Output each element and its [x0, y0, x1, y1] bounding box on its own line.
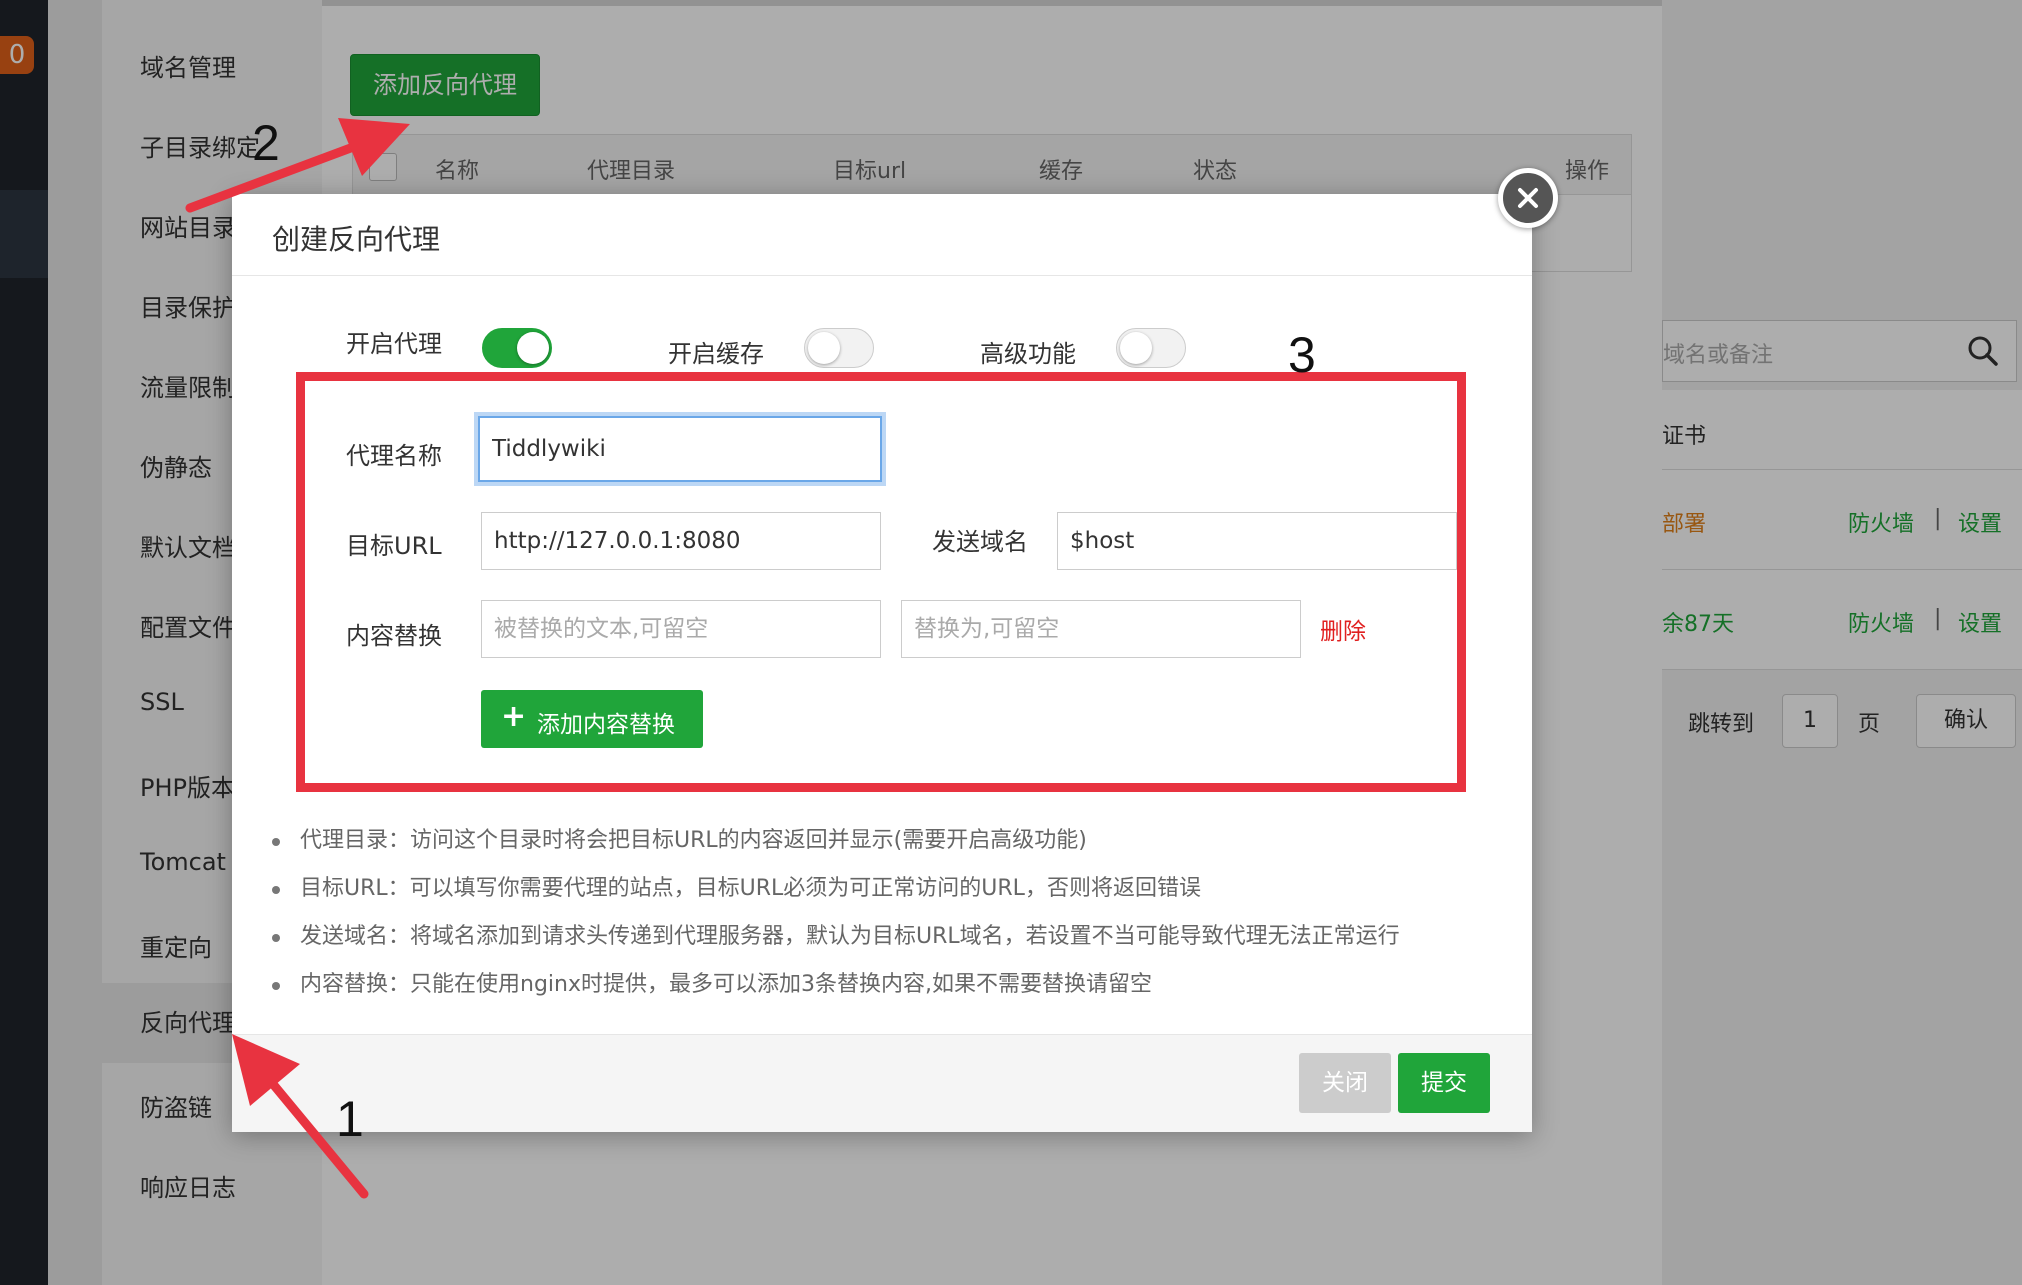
toggle-knob — [1120, 332, 1152, 364]
help-item-target-url: 目标URL：可以填写你需要代理的站点，目标URL必须为可正常访问的URL，否则将… — [272, 874, 1512, 922]
enable-proxy-label: 开启代理 — [346, 330, 442, 358]
help-item-proxy-dir: 代理目录：访问这个目录时将会把目标URL的内容返回并显示(需要开启高级功能) — [272, 826, 1512, 874]
dialog-header: 创建反向代理 — [232, 194, 1532, 276]
add-content-replace-button[interactable]: + 添加内容替换 — [481, 690, 703, 748]
proxy-name-input[interactable] — [478, 416, 882, 482]
replace-from-input[interactable] — [481, 600, 881, 658]
enable-cache-toggle[interactable] — [804, 328, 874, 368]
step-2-number: 2 — [252, 115, 280, 171]
close-button[interactable]: 关闭 — [1299, 1053, 1391, 1113]
step-1-number: 1 — [336, 1091, 364, 1147]
replace-to-input[interactable] — [901, 600, 1301, 658]
help-item-send-domain: 发送域名：将域名添加到请求头传递到代理服务器，默认为目标URL域名，若设置不当可… — [272, 922, 1512, 970]
enable-proxy-toggle[interactable] — [482, 328, 552, 368]
close-icon[interactable] — [1498, 168, 1558, 228]
help-notes: 代理目录：访问这个目录时将会把目标URL的内容返回并显示(需要开启高级功能) 目… — [272, 826, 1512, 1018]
content-replace-label: 内容替换 — [346, 622, 442, 650]
target-url-input[interactable] — [481, 512, 881, 570]
advanced-label: 高级功能 — [980, 340, 1076, 368]
submit-button[interactable]: 提交 — [1398, 1053, 1490, 1113]
send-domain-input[interactable] — [1057, 512, 1457, 570]
toggle-knob — [517, 332, 549, 364]
proxy-name-label: 代理名称 — [346, 442, 442, 470]
advanced-toggle[interactable] — [1116, 328, 1186, 368]
delete-replace-link[interactable]: 删除 — [1320, 612, 1366, 646]
send-domain-label: 发送域名 — [932, 528, 1028, 556]
help-item-content-replace: 内容替换：只能在使用nginx时提供，最多可以添加3条替换内容,如果不需要替换请… — [272, 970, 1512, 1018]
target-url-label: 目标URL — [346, 532, 442, 560]
create-proxy-dialog: 创建反向代理 开启代理 开启缓存 高级功能 代理名称 目标URL 发送域名 内容… — [232, 194, 1532, 1132]
toggle-knob — [808, 332, 840, 364]
plus-icon: + — [501, 699, 527, 734]
dialog-title: 创建反向代理 — [272, 223, 441, 256]
dialog-footer: 关闭 提交 — [232, 1034, 1532, 1132]
enable-cache-label: 开启缓存 — [668, 340, 764, 368]
add-content-replace-label: 添加内容替换 — [537, 712, 675, 738]
step-3-number: 3 — [1288, 327, 1316, 383]
